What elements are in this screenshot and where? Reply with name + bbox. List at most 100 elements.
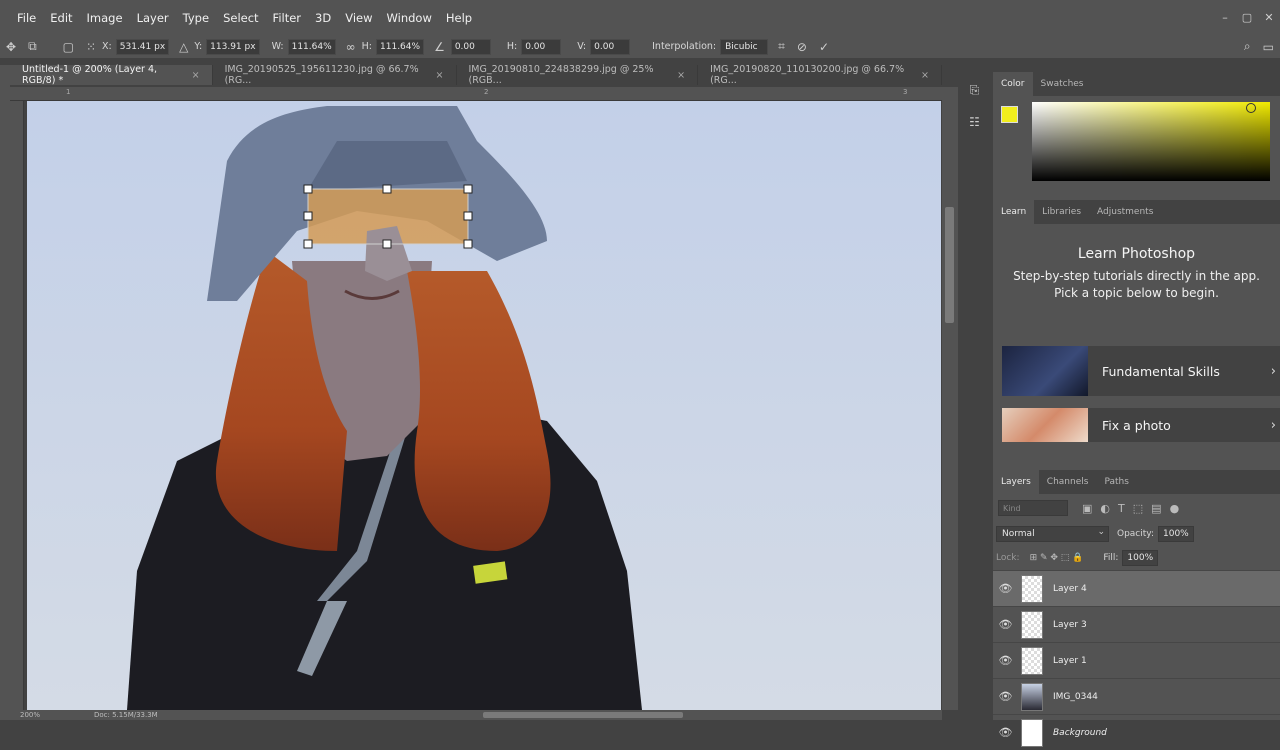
ruler-mark: 2	[484, 88, 489, 96]
layer-row[interactable]: 👁 IMG_0344	[993, 678, 1280, 714]
close-icon[interactable]: ×	[921, 70, 929, 81]
h-field[interactable]: 111.64%	[376, 38, 425, 55]
close-icon[interactable]: ×	[436, 70, 444, 81]
tools-panel[interactable]	[0, 65, 10, 720]
tab-adjustments[interactable]: Adjustments	[1089, 200, 1161, 224]
menu-3d[interactable]: 3D	[308, 11, 338, 25]
move-tool-icon[interactable]: ✥	[6, 40, 16, 54]
vskew-field[interactable]: 0.00	[590, 38, 631, 55]
filter-pixel-icon[interactable]: ▣	[1082, 502, 1092, 515]
x-field[interactable]: 531.41 px	[115, 38, 170, 55]
link-icon[interactable]: ∞	[346, 40, 356, 54]
w-field[interactable]: 111.64%	[287, 38, 336, 55]
document-tabs: Untitled-1 @ 200% (Layer 4, RGB/8) * × IM…	[10, 64, 942, 86]
blend-mode-select[interactable]: Normal	[996, 525, 1109, 542]
reference-grid-icon[interactable]: ⁙	[86, 40, 96, 54]
lock-icons[interactable]: ⊞ ✎ ✥ ⬚ 🔒	[1030, 553, 1084, 563]
menu-view[interactable]: View	[338, 11, 379, 25]
search-icon[interactable]: ⌕	[1244, 39, 1251, 54]
close-icon[interactable]: ×	[192, 70, 200, 81]
filter-adjustment-icon[interactable]: ◐	[1100, 502, 1110, 515]
commit-transform-icon[interactable]: ✓	[819, 40, 829, 54]
filter-shape-icon[interactable]: ⬚	[1133, 502, 1143, 515]
scroll-thumb[interactable]	[945, 207, 954, 323]
horizontal-scroll-thumb[interactable]	[483, 712, 683, 718]
color-picker-cursor[interactable]	[1246, 103, 1256, 113]
right-panels: Color Swatches Learn Libraries Adjustmen…	[993, 72, 1280, 747]
tab-layers[interactable]: Layers	[993, 470, 1039, 494]
photo-image	[27, 101, 941, 710]
visibility-eye-icon[interactable]: 👁	[993, 690, 1018, 703]
menu-bar: File Edit Image Layer Type Select Filter…	[0, 0, 1280, 35]
tab-label: IMG_20190820_110130200.jpg @ 66.7% (RG..…	[710, 64, 905, 86]
w-label: W:	[271, 41, 284, 52]
menu-image[interactable]: Image	[80, 11, 130, 25]
interpolation-select[interactable]: Bicubic	[720, 38, 769, 55]
document-canvas[interactable]	[27, 101, 941, 710]
tab-libraries[interactable]: Libraries	[1034, 200, 1089, 224]
window-controls: – ▢ ✕	[1214, 0, 1280, 35]
h-label: H:	[361, 41, 373, 52]
y-field[interactable]: 113.91 px	[206, 38, 260, 55]
angle-field[interactable]: 0.00	[450, 38, 491, 55]
menu-filter[interactable]: Filter	[266, 11, 308, 25]
visibility-eye-icon[interactable]: 👁	[993, 618, 1018, 631]
tab-learn[interactable]: Learn	[993, 200, 1035, 224]
lock-row: Lock: ⊞ ✎ ✥ ⬚ 🔒 Fill: 100%	[993, 546, 1280, 570]
card-thumbnail	[1002, 408, 1088, 442]
layer-thumbnail	[1021, 646, 1043, 675]
warp-icon[interactable]: ⌗	[778, 39, 785, 54]
menu-layer[interactable]: Layer	[130, 11, 176, 25]
restore-button[interactable]: ▢	[1236, 11, 1258, 24]
hskew-field[interactable]: 0.00	[521, 38, 562, 55]
history-icon[interactable]: ⎘	[960, 76, 990, 104]
reference-point-icon[interactable]: ▢	[63, 40, 74, 54]
card-fix-a-photo[interactable]: Fix a photo ›	[1002, 408, 1280, 442]
properties-icon[interactable]: ☷	[960, 108, 990, 136]
layer-row[interactable]: 👁 Layer 4	[993, 570, 1280, 606]
cancel-transform-icon[interactable]: ⊘	[797, 40, 807, 54]
close-icon[interactable]: ×	[677, 70, 685, 81]
opacity-field[interactable]: 100%	[1158, 526, 1194, 542]
lock-label: Lock:	[996, 553, 1020, 563]
tab-color[interactable]: Color	[993, 72, 1033, 96]
card-title: Fix a photo	[1102, 417, 1171, 433]
tab-img-20190525[interactable]: IMG_20190525_195611230.jpg @ 66.7% (RG..…	[213, 64, 457, 86]
layer-row[interactable]: 👁 Layer 3	[993, 606, 1280, 642]
layer-row[interactable]: 👁 Background	[993, 714, 1280, 750]
tab-img-20190820[interactable]: IMG_20190820_110130200.jpg @ 66.7% (RG..…	[698, 64, 942, 86]
visibility-eye-icon[interactable]: 👁	[993, 582, 1018, 595]
close-button[interactable]: ✕	[1258, 11, 1280, 24]
visibility-eye-icon[interactable]: 👁	[993, 726, 1018, 739]
visibility-eye-icon[interactable]: 👁	[993, 654, 1018, 667]
tab-channels[interactable]: Channels	[1039, 470, 1097, 494]
vertical-scrollbar[interactable]	[942, 87, 958, 710]
menu-window[interactable]: Window	[380, 11, 439, 25]
card-fundamental-skills[interactable]: Fundamental Skills ›	[1002, 346, 1280, 396]
menu-file[interactable]: File	[0, 11, 43, 25]
tab-untitled[interactable]: Untitled-1 @ 200% (Layer 4, RGB/8) * ×	[10, 64, 213, 86]
transform-icon[interactable]: ⧉	[28, 39, 37, 54]
layer-row[interactable]: 👁 Layer 1	[993, 642, 1280, 678]
delta-icon[interactable]: △	[179, 40, 188, 54]
menu-edit[interactable]: Edit	[43, 11, 79, 25]
minimize-button[interactable]: –	[1214, 11, 1236, 24]
kind-filter[interactable]: Kind	[998, 500, 1068, 516]
layer-name: IMG_0344	[1053, 691, 1098, 702]
foreground-color-swatch[interactable]	[1001, 106, 1018, 123]
tab-paths[interactable]: Paths	[1096, 470, 1136, 494]
tab-img-20190810[interactable]: IMG_20190810_224838299.jpg @ 25% (RGB...…	[457, 64, 699, 86]
filter-smart-object-icon[interactable]: ▤	[1151, 502, 1161, 515]
hskew-label: H:	[506, 41, 518, 52]
filter-type-icon[interactable]: T	[1118, 502, 1125, 515]
menu-select[interactable]: Select	[216, 11, 265, 25]
status-bar: 200% Doc: 5.15M/33.3M	[10, 710, 942, 720]
tab-swatches[interactable]: Swatches	[1033, 72, 1092, 96]
menu-help[interactable]: Help	[439, 11, 479, 25]
workspace-icon[interactable]: ▭	[1263, 40, 1274, 54]
menu-type[interactable]: Type	[176, 11, 216, 25]
filter-toggle-icon[interactable]: ●	[1170, 502, 1180, 515]
zoom-level[interactable]: 200%	[20, 711, 40, 719]
color-field[interactable]	[1032, 102, 1270, 181]
fill-field[interactable]: 100%	[1122, 550, 1159, 566]
